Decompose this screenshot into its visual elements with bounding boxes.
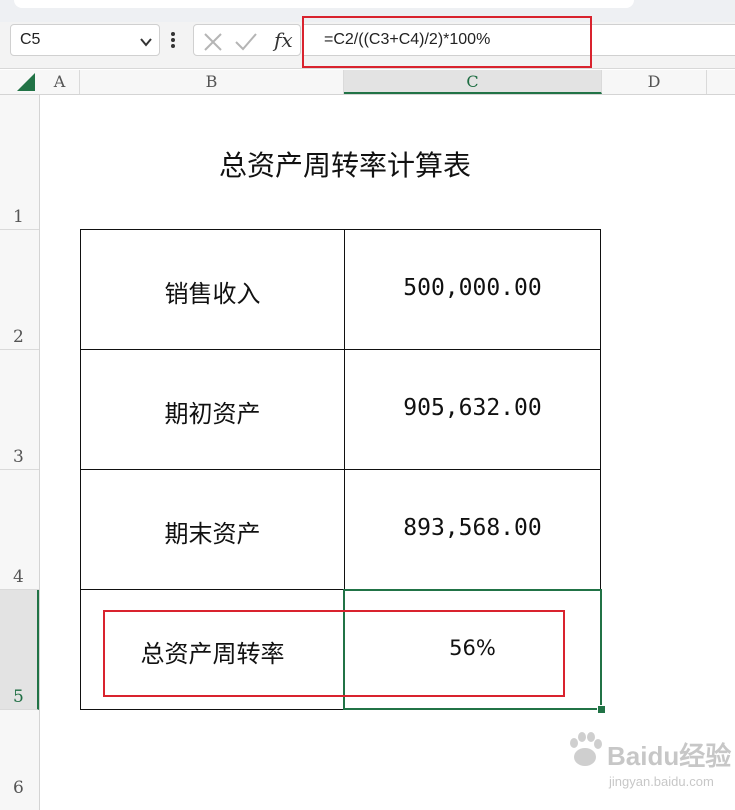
column-header-b[interactable]: B [80,70,344,94]
row-header-6[interactable]: 6 [0,710,39,810]
tab-strip-edge [14,0,634,8]
column-header-c[interactable]: C [344,70,602,94]
table-row-divider [81,349,600,350]
insert-function-button[interactable]: fx [274,28,293,52]
row-header-4[interactable]: 4 [0,470,39,590]
formula-bar: C5 fx =C2/((C3+C4)/2)*100% [0,22,735,69]
row-number: 3 [13,447,24,467]
row-header-5[interactable]: 5 [0,590,39,710]
chevron-down-icon[interactable] [139,34,153,53]
select-all-icon[interactable] [12,72,36,96]
name-box-value: C5 [20,31,41,48]
cell-c3[interactable]: 905,632.00 [345,395,600,421]
column-header-d[interactable]: D [602,70,707,94]
row-number: 4 [13,567,24,587]
result-highlight-box [103,610,565,697]
cell-b4[interactable]: 期末资产 [81,514,344,549]
row-header-2[interactable]: 2 [0,230,39,350]
fill-handle[interactable] [597,705,606,714]
row-number: 6 [13,778,24,798]
cell-c2[interactable]: 500,000.00 [345,275,600,301]
watermark-brand: Baidu经验 [607,741,732,771]
cell-b2[interactable]: 销售收入 [81,274,344,309]
name-box[interactable]: C5 [10,24,160,56]
column-header-a[interactable]: A [40,70,80,94]
row-number: 2 [13,327,24,347]
formula-controls: fx [193,24,301,56]
paw-icon [570,732,602,766]
cell-b3[interactable]: 期初资产 [81,394,344,429]
formula-input[interactable]: =C2/((C3+C4)/2)*100% [302,24,735,56]
sheet-title[interactable]: 总资产周转率计算表 [150,144,540,184]
check-icon[interactable] [234,31,258,57]
row-header-1[interactable]: 1 [0,95,39,230]
formula-text: =C2/((C3+C4)/2)*100% [324,31,491,48]
more-options-icon[interactable] [170,30,176,54]
row-header-3[interactable]: 3 [0,350,39,470]
column-header-bar: A B C D [0,70,735,95]
row-number: 5 [13,687,24,707]
table-row-divider [81,469,600,470]
row-number: 1 [13,207,24,227]
window-top-strip [0,0,735,22]
watermark-url: jingyan.baidu.com [609,774,714,789]
baidu-watermark: Baidu经验 jingyan.baidu.com [565,730,735,805]
cell-c4[interactable]: 893,568.00 [345,515,600,541]
row-header-bar: 1 2 3 4 5 6 [0,95,40,810]
cancel-icon[interactable] [202,31,224,57]
